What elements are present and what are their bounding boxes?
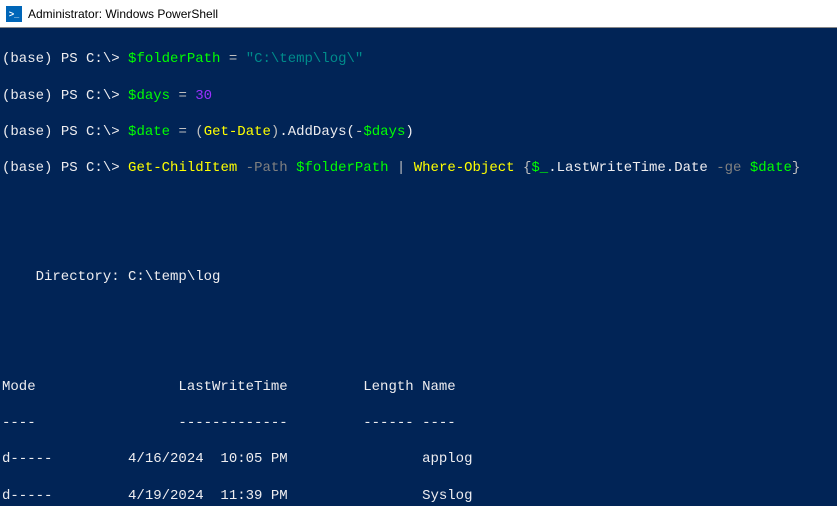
directory-header: Directory: C:\temp\log — [2, 268, 835, 286]
prompt-path: PS C:\> — [61, 88, 120, 104]
prompt-env: (base) — [2, 88, 52, 104]
ps-string: "C:\temp\log\" — [246, 51, 364, 67]
prompt-env: (base) — [2, 160, 52, 176]
ps-variable: $days — [128, 88, 170, 104]
command-line-1: (base) PS C:\> $folderPath = "C:\temp\lo… — [2, 50, 835, 68]
command-line-2: (base) PS C:\> $days = 30 — [2, 87, 835, 105]
paren-open: ( — [195, 124, 203, 140]
window-title: Administrator: Windows PowerShell — [28, 7, 218, 21]
blank-line — [2, 305, 835, 323]
prompt-env: (base) — [2, 124, 52, 140]
powershell-icon: >_ — [6, 6, 22, 22]
ps-cmdlet: Where-Object — [414, 160, 515, 176]
ps-variable: $days — [363, 124, 405, 140]
table-header-underline: ---- ------------- ------ ---- — [2, 414, 835, 432]
ps-variable: $folderPath — [296, 160, 388, 176]
brace-close: } — [792, 160, 800, 176]
ps-operator: = — [178, 124, 186, 140]
ps-pipe: | — [397, 160, 405, 176]
window-titlebar[interactable]: >_ Administrator: Windows PowerShell — [0, 0, 837, 28]
ps-variable: $folderPath — [128, 51, 220, 67]
command-line-3: (base) PS C:\> $date = (Get-Date) .AddDay… — [2, 123, 835, 141]
table-header: Mode LastWriteTime Length Name — [2, 378, 835, 396]
table-row: d----- 4/16/2024 10:05 PM applog — [2, 450, 835, 468]
prompt-path: PS C:\> — [61, 51, 120, 67]
blank-line — [2, 196, 835, 214]
command-line-4: (base) PS C:\> Get-ChildItem -Path $fold… — [2, 159, 835, 177]
terminal-area[interactable]: (base) PS C:\> $folderPath = "C:\temp\lo… — [0, 28, 837, 506]
ps-variable: $date — [128, 124, 170, 140]
table-row: d----- 4/19/2024 11:39 PM Syslog — [2, 487, 835, 505]
paren-close: ) — [405, 124, 413, 140]
ps-operator-ge: -ge — [716, 160, 741, 176]
prompt-env: (base) — [2, 51, 52, 67]
ps-member: .AddDays( — [279, 124, 355, 140]
ps-dollar-underscore: $_ — [531, 160, 548, 176]
ps-variable: $date — [750, 160, 792, 176]
prompt-path: PS C:\> — [61, 124, 120, 140]
ps-cmdlet: Get-ChildItem — [128, 160, 237, 176]
ps-member: .LastWriteTime.Date — [548, 160, 708, 176]
ps-cmdlet: Get-Date — [204, 124, 271, 140]
blank-line — [2, 232, 835, 250]
prompt-path: PS C:\> — [61, 160, 120, 176]
ps-parameter: -Path — [246, 160, 288, 176]
ps-operator: = — [229, 51, 237, 67]
ps-number: 30 — [195, 88, 212, 104]
blank-line — [2, 341, 835, 359]
ps-operator: = — [178, 88, 186, 104]
